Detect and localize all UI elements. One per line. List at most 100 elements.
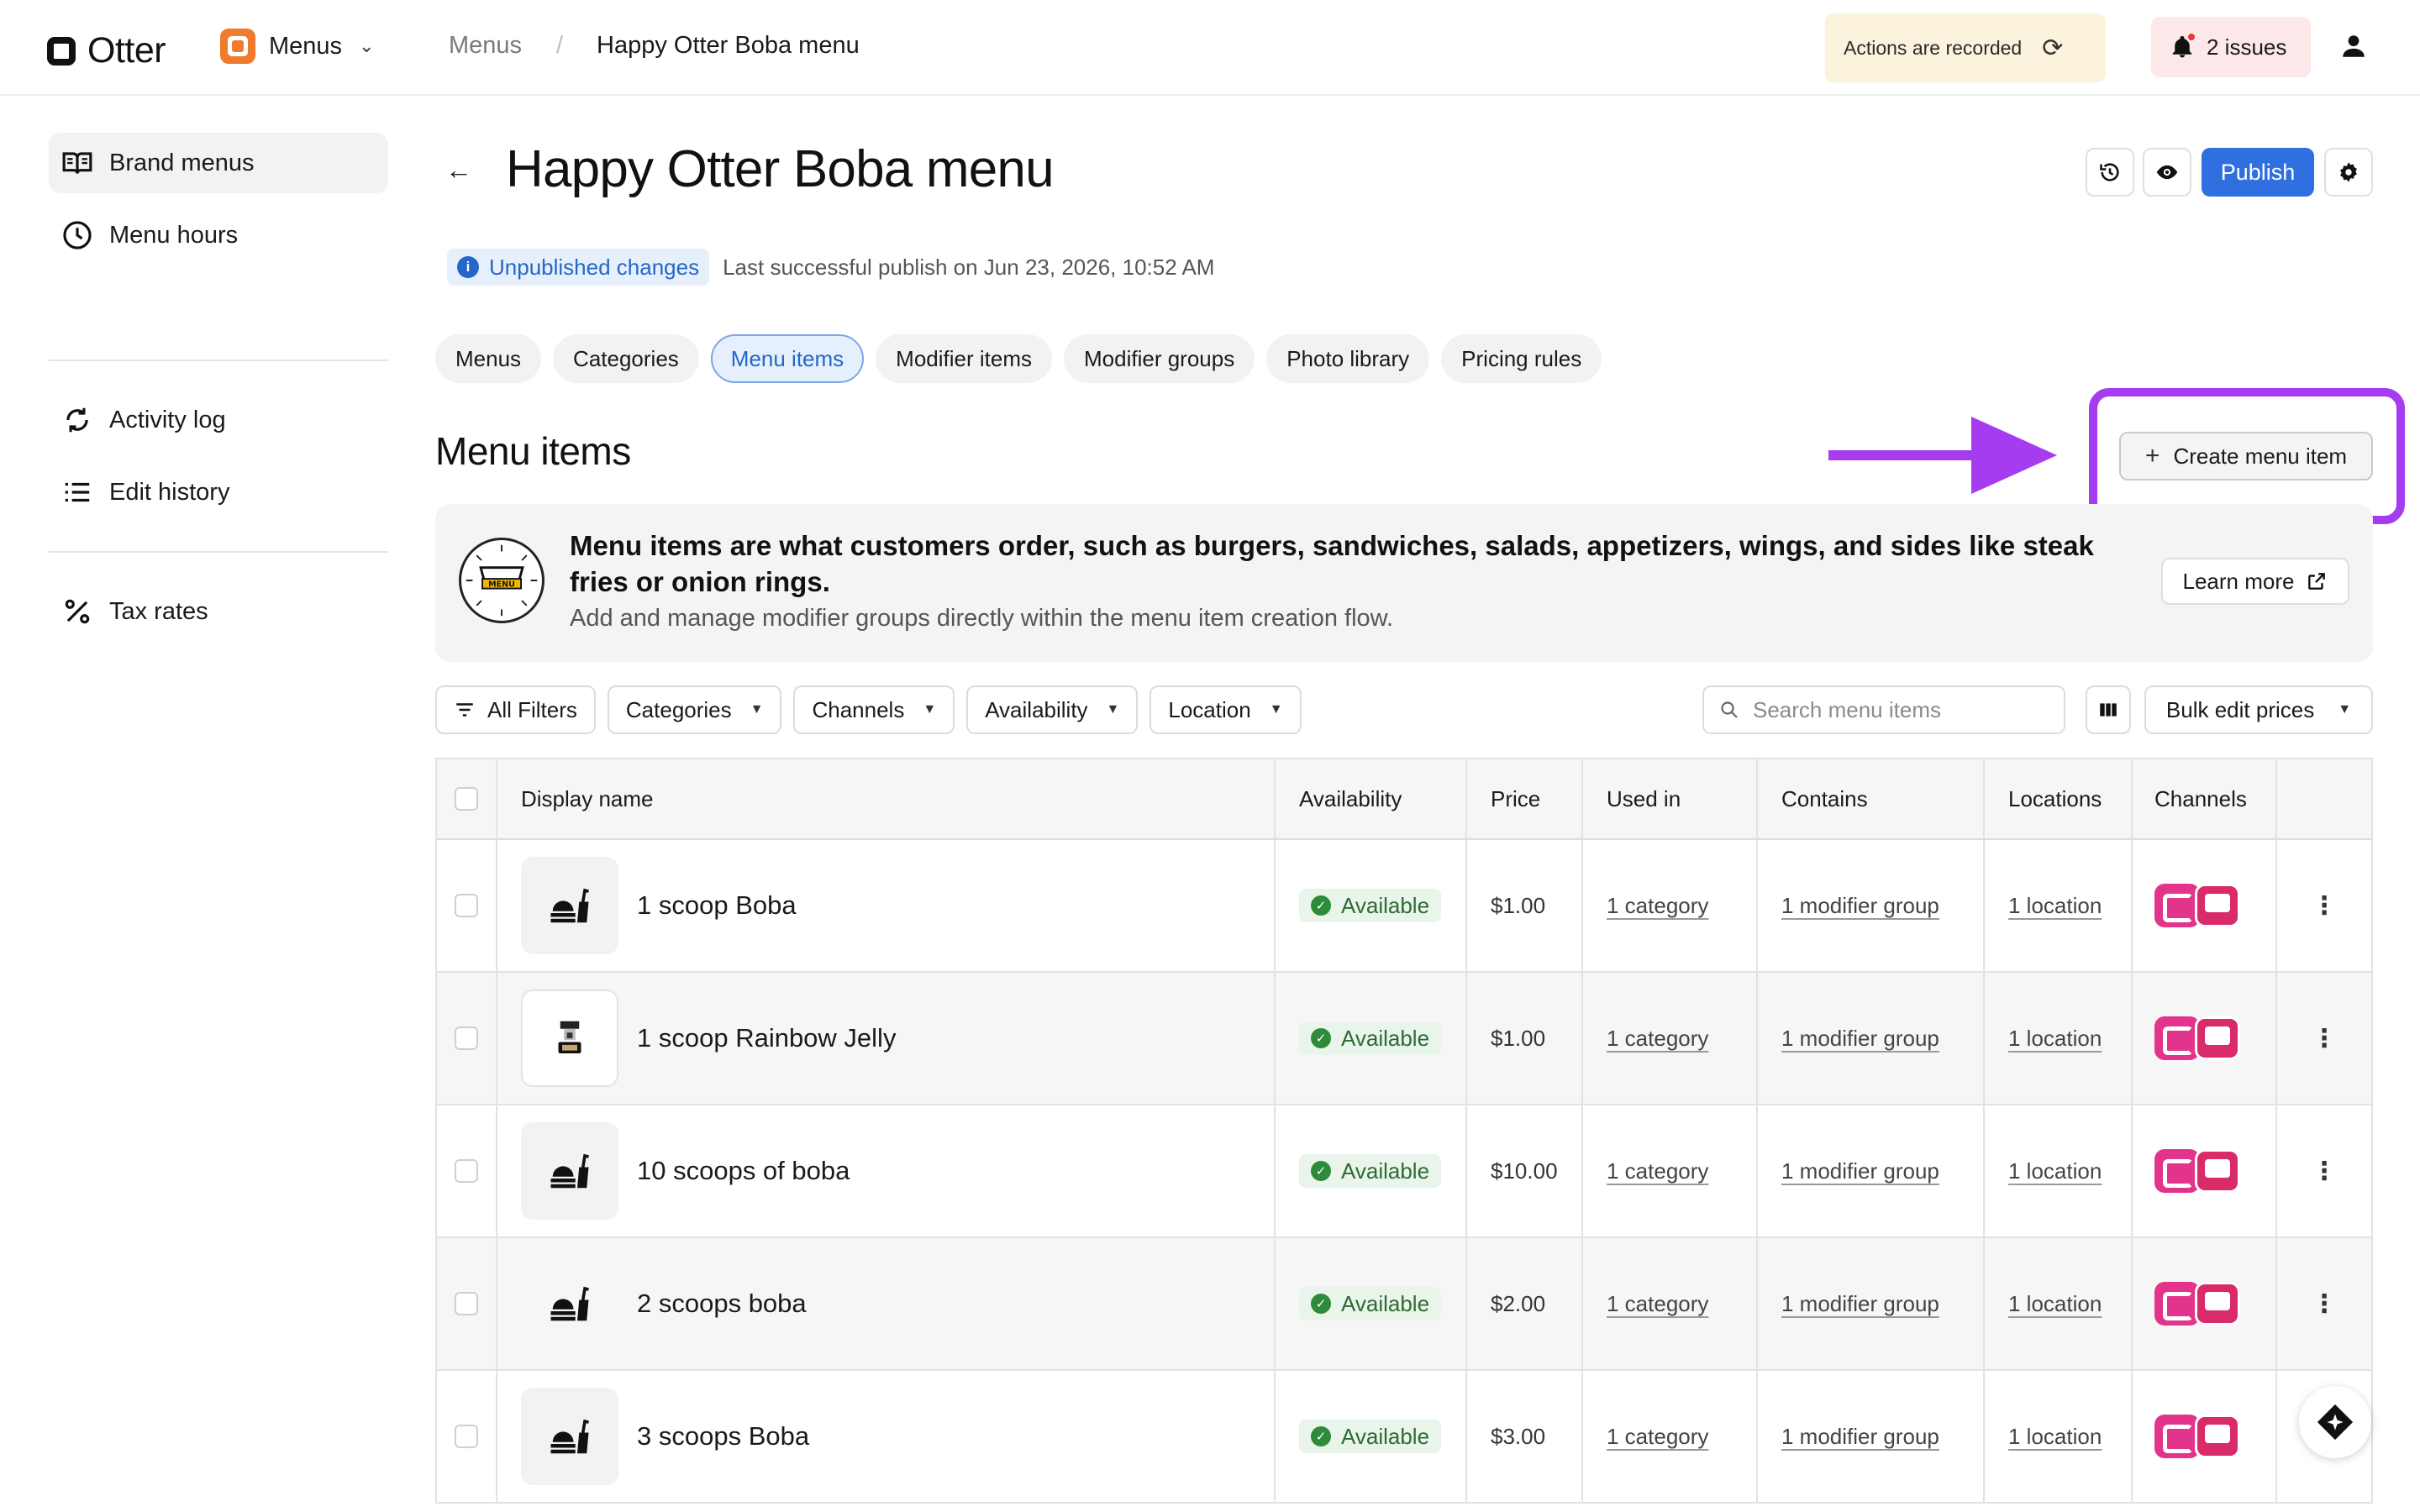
user-account-icon[interactable]	[2339, 32, 2368, 60]
sidebar-item-brand-menus[interactable]: Brand menus	[49, 133, 388, 193]
used-in-link[interactable]: 1 category	[1607, 1026, 1708, 1052]
channels-cell	[2133, 1371, 2277, 1502]
item-thumbnail	[521, 1388, 618, 1485]
locations-link[interactable]: 1 location	[2008, 1026, 2102, 1052]
channel-icons[interactable]	[2154, 1149, 2240, 1193]
sidebar-item-activity-log[interactable]: Activity log	[49, 390, 388, 450]
channels-filter-dropdown[interactable]: Channels ▼	[793, 685, 955, 734]
caret-down-icon: ▼	[750, 702, 764, 717]
column-header-actions	[2277, 759, 2371, 838]
availability-text: Available	[1341, 1423, 1430, 1449]
contains-link[interactable]: 1 modifier group	[1781, 893, 1939, 919]
price-cell: $1.00	[1467, 840, 1583, 971]
tab-modifier-items[interactable]: Modifier items	[876, 334, 1052, 383]
learn-more-button[interactable]: Learn more	[2161, 558, 2349, 605]
item-name[interactable]: 1 scoop Rainbow Jelly	[637, 1023, 896, 1053]
column-header-locations[interactable]: Locations	[1985, 759, 2133, 838]
tab-categories[interactable]: Categories	[553, 334, 699, 383]
column-header-channels[interactable]: Channels	[2133, 759, 2277, 838]
search-input[interactable]: Search menu items	[1702, 685, 2065, 734]
create-menu-item-button[interactable]: + Create menu item	[2119, 432, 2373, 480]
tab-modifier-groups[interactable]: Modifier groups	[1064, 334, 1255, 383]
contains-link[interactable]: 1 modifier group	[1781, 1291, 1939, 1317]
more-options-icon[interactable]: ⋮	[2312, 1157, 2337, 1186]
availability-filter-dropdown[interactable]: Availability ▼	[966, 685, 1139, 734]
locations-link[interactable]: 1 location	[2008, 893, 2102, 919]
availability-text: Available	[1341, 892, 1430, 918]
locations-link[interactable]: 1 location	[2008, 1424, 2102, 1450]
sidebar-item-edit-history[interactable]: Edit history	[49, 462, 388, 522]
check-circle-icon: ✓	[1311, 1294, 1331, 1314]
bulk-edit-prices-button[interactable]: Bulk edit prices ▼	[2144, 685, 2373, 734]
column-header-availability[interactable]: Availability	[1276, 759, 1467, 838]
sidebar-item-tax-rates[interactable]: Tax rates	[49, 581, 388, 642]
tab-photo-library[interactable]: Photo library	[1266, 334, 1430, 383]
locations-link[interactable]: 1 location	[2008, 1158, 2102, 1184]
info-subtext: Add and manage modifier groups directly …	[570, 605, 1394, 632]
more-options-icon[interactable]: ⋮	[2312, 1289, 2337, 1319]
preview-button[interactable]	[2143, 148, 2191, 197]
settings-button[interactable]	[2324, 148, 2373, 197]
item-name[interactable]: 3 scoops Boba	[637, 1421, 809, 1452]
breadcrumb-menus[interactable]: Menus	[449, 32, 522, 60]
used-in-link[interactable]: 1 category	[1607, 893, 1708, 919]
locations-link[interactable]: 1 location	[2008, 1291, 2102, 1317]
otter-logo[interactable]: Otter	[47, 30, 166, 71]
column-header-used-in[interactable]: Used in	[1583, 759, 1758, 838]
row-check-cell	[437, 1105, 497, 1236]
channel-icons[interactable]	[2154, 1016, 2240, 1060]
check-circle-icon: ✓	[1311, 1161, 1331, 1181]
row-checkbox[interactable]	[455, 894, 478, 917]
table-row[interactable]: 1 scoop Rainbow Jelly ✓ Available $1.00 1…	[437, 973, 2371, 1105]
row-checkbox[interactable]	[455, 1425, 478, 1448]
sparkle-diamond-icon	[2317, 1404, 2354, 1441]
column-header-display-name[interactable]: Display name	[497, 759, 1276, 838]
location-filter-dropdown[interactable]: Location ▼	[1150, 685, 1302, 734]
sidebar-item-menu-hours[interactable]: Menu hours	[49, 205, 388, 265]
used-in-link[interactable]: 1 category	[1607, 1158, 1708, 1184]
categories-filter-dropdown[interactable]: Categories ▼	[607, 685, 782, 734]
tab-menus[interactable]: Menus	[435, 334, 542, 383]
select-all-checkbox[interactable]	[455, 787, 478, 811]
channel-icons[interactable]	[2154, 884, 2240, 927]
channel-icons[interactable]	[2154, 1415, 2240, 1458]
item-name[interactable]: 2 scoops boba	[637, 1289, 807, 1319]
row-checkbox[interactable]	[455, 1159, 478, 1183]
back-arrow-icon[interactable]: ←	[445, 155, 472, 186]
sidebar-divider	[49, 551, 388, 553]
more-options-icon[interactable]: ⋮	[2312, 1024, 2337, 1053]
contains-link[interactable]: 1 modifier group	[1781, 1424, 1939, 1450]
item-name[interactable]: 10 scoops of boba	[637, 1156, 850, 1186]
table-row[interactable]: 1 scoop Boba ✓ Available $1.00 1 category…	[437, 840, 2371, 973]
tab-menu-items[interactable]: Menu items	[710, 334, 865, 383]
column-header-contains[interactable]: Contains	[1758, 759, 1985, 838]
history-button[interactable]	[2086, 148, 2134, 197]
all-filters-button[interactable]: All Filters	[435, 685, 596, 734]
used-in-link[interactable]: 1 category	[1607, 1291, 1708, 1317]
external-link-icon	[2308, 573, 2326, 590]
used-in-cell: 1 category	[1583, 1105, 1758, 1236]
channel-icons[interactable]	[2154, 1282, 2240, 1326]
tab-pricing-rules[interactable]: Pricing rules	[1441, 334, 1602, 383]
gear-icon	[2340, 162, 2357, 182]
table-row[interactable]: 2 scoops boba ✓ Available $2.00 1 categor…	[437, 1238, 2371, 1371]
column-header-price[interactable]: Price	[1467, 759, 1583, 838]
availability-badge: ✓ Available	[1299, 1420, 1442, 1453]
contains-link[interactable]: 1 modifier group	[1781, 1026, 1939, 1052]
contains-link[interactable]: 1 modifier group	[1781, 1158, 1939, 1184]
row-checkbox[interactable]	[455, 1292, 478, 1315]
item-name[interactable]: 1 scoop Boba	[637, 890, 797, 921]
pos-channel-icon	[2195, 1016, 2240, 1060]
table-row[interactable]: 3 scoops Boba ✓ Available $3.00 1 categor…	[437, 1371, 2371, 1504]
issues-button[interactable]: 2 issues	[2151, 17, 2311, 77]
info-headline: Menu items are what customers order, suc…	[570, 530, 2094, 597]
used-in-link[interactable]: 1 category	[1607, 1424, 1708, 1450]
publish-button[interactable]: Publish	[2202, 148, 2314, 197]
columns-button[interactable]	[2086, 685, 2131, 734]
app-switcher[interactable]: Menus ⌄	[220, 29, 374, 64]
assistant-button[interactable]	[2299, 1386, 2371, 1458]
table-row[interactable]: 10 scoops of boba ✓ Available $10.00 1 ca…	[437, 1105, 2371, 1238]
actions-recorded-pill[interactable]: Actions are recorded ⟳	[1825, 13, 2106, 82]
more-options-icon[interactable]: ⋮	[2312, 891, 2337, 921]
row-checkbox[interactable]	[455, 1026, 478, 1050]
